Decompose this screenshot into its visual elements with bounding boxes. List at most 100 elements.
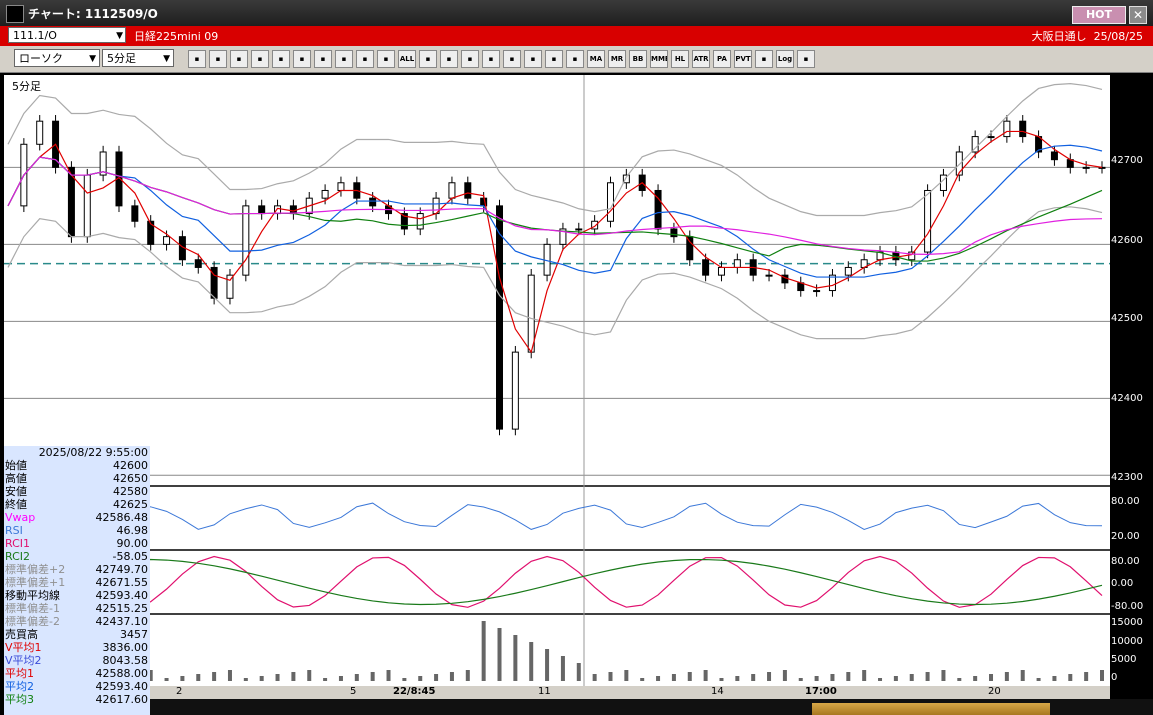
volume-bar	[592, 674, 597, 681]
chart-area[interactable]: 5分足	[4, 75, 1110, 686]
vol-tick: 0	[1111, 672, 1117, 683]
info-row: 標準偏差+2 42749.70	[4, 563, 150, 576]
toolbar-button-all[interactable]: ALL	[398, 50, 416, 68]
trash-icon[interactable]: ▪	[335, 50, 353, 68]
chart-type-select[interactable]: ローソク ▼	[14, 49, 100, 67]
cursor-icon[interactable]: ▪	[272, 50, 290, 68]
volume-bar	[830, 674, 835, 681]
rsi-tick: 20.00	[1111, 531, 1140, 542]
info-row: 標準偏差-2 42437.10	[4, 615, 150, 628]
exchange-label: 大阪日通し	[1031, 30, 1087, 43]
chevron-down-icon: ▼	[89, 54, 96, 64]
toolbar-button-pvt[interactable]: PVT	[734, 50, 752, 68]
volume-bar	[782, 670, 787, 681]
volume-bar	[275, 674, 280, 681]
date-label: 25/08/25	[1093, 30, 1143, 43]
wrench-icon[interactable]: ▪	[440, 50, 458, 68]
color-icon[interactable]: ▪	[461, 50, 479, 68]
volume-bar	[227, 670, 232, 681]
volume-bar	[164, 678, 169, 681]
volume-bar	[529, 642, 534, 681]
datetime-value: 2025/08/22 9:55:00	[38, 446, 148, 459]
info-row: 高値 42650	[4, 472, 150, 485]
info-value: -58.05	[112, 550, 148, 563]
volume-bar	[640, 678, 645, 681]
candle-body	[464, 182, 472, 199]
volume-bar	[989, 674, 994, 681]
chart-icon[interactable]: ▪	[524, 50, 542, 68]
volume-bar	[180, 676, 185, 681]
candle-body	[496, 205, 504, 430]
bar-icon[interactable]: ▪	[356, 50, 374, 68]
info-row: 平均3 42617.60	[4, 693, 150, 706]
ex-icon[interactable]: ▪	[566, 50, 584, 68]
volume-bar	[434, 674, 439, 681]
toolbar-button-mr[interactable]: MR	[608, 50, 626, 68]
price-tick: 42300	[1111, 472, 1143, 483]
clock-icon[interactable]: ▪	[503, 50, 521, 68]
axis-svg: 42700 42600 42500 42400 42300 80.00 20.0…	[1111, 155, 1143, 683]
volume-bar	[608, 672, 613, 681]
volume-bar	[513, 635, 518, 681]
time-tick: 11	[538, 686, 551, 697]
info-value: 42593.40	[95, 589, 149, 602]
candle-body	[813, 290, 821, 293]
close-button[interactable]: ✕	[1129, 6, 1147, 24]
toolbar-button-atr[interactable]: ATR	[692, 50, 710, 68]
volume-bar	[846, 672, 851, 681]
volume-bar	[497, 628, 502, 681]
volume-bar	[481, 621, 486, 681]
rotate-icon[interactable]: ▪	[293, 50, 311, 68]
window-title: チャート: 1112509/O	[28, 7, 158, 21]
tools-icon[interactable]: ▪	[419, 50, 437, 68]
interval-select[interactable]: 5分足 ▼	[102, 49, 174, 67]
volume-bar	[449, 672, 454, 681]
bollinger-upper	[7, 83, 1103, 217]
candle-body	[527, 274, 535, 353]
info-value: 3457	[120, 628, 148, 641]
vol-tick: 10000	[1111, 636, 1143, 647]
toolbar-button-log[interactable]: Log	[776, 50, 794, 68]
box-icon[interactable]: ▪	[755, 50, 773, 68]
symbol-select[interactable]: 111.1/O ▼	[8, 27, 126, 43]
toolbar-button-ma[interactable]: MA	[587, 50, 605, 68]
volume-bar	[259, 676, 264, 681]
line-icon[interactable]: ▪	[251, 50, 269, 68]
volume-bar	[1020, 670, 1025, 681]
rsi-tick: 80.00	[1111, 496, 1140, 507]
grid-icon[interactable]: ▪	[209, 50, 227, 68]
volume-bar	[735, 676, 740, 681]
volume-bar	[354, 674, 359, 681]
time-tick: 5	[350, 686, 357, 697]
toolbar-button-bb[interactable]: BB	[629, 50, 647, 68]
candle-body	[844, 266, 852, 276]
hot-button[interactable]: HOT	[1072, 6, 1126, 24]
toolbar-button-hl[interactable]: HL	[671, 50, 689, 68]
info-row: RCI1 90.00	[4, 537, 150, 550]
rci-tick: 0.00	[1111, 578, 1133, 589]
chart-type-value: ローソク	[19, 52, 63, 65]
volume-bar	[418, 676, 423, 681]
save-icon[interactable]: ▪	[797, 50, 815, 68]
info-value: 42671.55	[95, 576, 149, 589]
search-icon[interactable]: ▪	[188, 50, 206, 68]
print-icon[interactable]: ▪	[482, 50, 500, 68]
volume-bar	[624, 670, 629, 681]
scroll-thumb[interactable]	[812, 703, 1050, 715]
toolbar-button-pa[interactable]: PA	[713, 50, 731, 68]
volume-bar	[893, 676, 898, 681]
candle-body	[321, 189, 329, 199]
volume-bar	[338, 676, 343, 681]
toolbar-button-mme[interactable]: MME	[650, 50, 668, 68]
info-label: 始値	[5, 459, 27, 472]
candle-body	[36, 120, 44, 145]
doc-icon[interactable]: ▪	[314, 50, 332, 68]
pen-icon[interactable]: ▪	[230, 50, 248, 68]
info-label: RSI	[5, 524, 23, 537]
bar2-icon[interactable]: ▪	[377, 50, 395, 68]
cross-icon[interactable]: ▪	[545, 50, 563, 68]
info-value: 46.98	[116, 524, 149, 537]
info-label: V平均1	[5, 641, 42, 654]
volume-bar	[767, 672, 772, 681]
volume-bar	[751, 674, 756, 681]
